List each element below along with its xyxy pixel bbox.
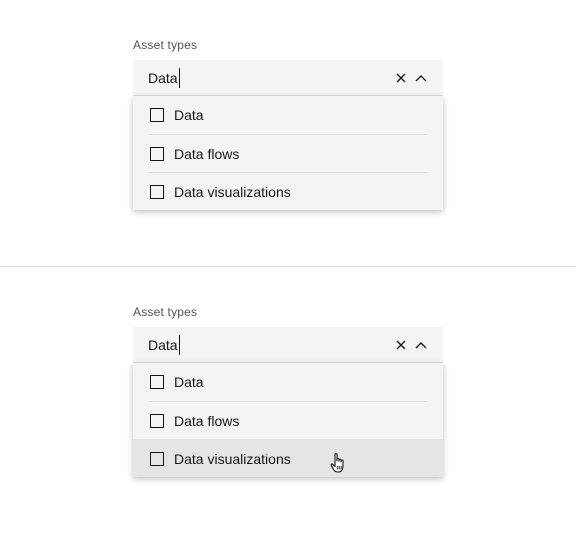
asset-types-combobox-input[interactable]: Data [133,60,443,96]
clear-selection-button[interactable] [392,336,410,354]
options-menu: Data Data flows Data visualizations [133,363,443,477]
field-label: Asset types [133,305,198,319]
option-label: Data flows [174,145,240,162]
option-inner: Data flows [149,134,427,172]
option-label: Data flows [174,412,240,429]
checkbox[interactable] [150,451,164,466]
chevron-up-icon [415,342,427,349]
option-inner: Data visualizations [149,439,427,477]
text-caret [178,68,180,89]
close-icon [396,340,406,350]
option-data[interactable]: Data [133,96,443,134]
checkbox[interactable] [150,375,164,389]
page: Asset types Data Data Data flows Data vi… [0,0,576,533]
clear-selection-button[interactable] [392,69,410,87]
asset-types-combobox-input[interactable]: Data [133,327,443,363]
option-inner: Data visualizations [149,172,427,210]
toggle-menu-button[interactable] [412,336,430,354]
options-menu: Data Data flows Data visualizations [133,96,443,210]
chevron-up-icon [415,75,427,82]
option-label: Data [174,374,204,390]
combobox-example-default: Asset types Data Data Data flows Data vi… [133,37,443,210]
input-text: Data [148,337,178,353]
combobox-input-value[interactable]: Data [148,327,180,363]
checkbox[interactable] [150,184,164,199]
close-icon [396,73,406,83]
option-label: Data visualizations [174,450,291,467]
combobox-input-value[interactable]: Data [148,60,180,96]
option-data-flows[interactable]: Data flows [133,401,443,439]
option-label: Data [174,107,204,123]
option-data-visualizations[interactable]: Data visualizations [133,172,443,210]
option-data-visualizations[interactable]: Data visualizations [133,439,443,477]
section-divider [0,266,576,267]
hand-pointer-icon [330,453,344,473]
input-text: Data [148,70,178,86]
field-label: Asset types [133,38,198,52]
text-caret [178,335,180,356]
option-label: Data visualizations [174,183,291,200]
checkbox[interactable] [150,108,164,122]
checkbox[interactable] [150,413,164,428]
toggle-menu-button[interactable] [412,69,430,87]
checkbox[interactable] [150,146,164,161]
combobox-example-hover: Asset types Data Data Data flows Data vi… [133,304,443,477]
option-inner: Data [149,96,427,134]
option-data[interactable]: Data [133,363,443,401]
option-inner: Data flows [149,401,427,439]
option-inner: Data [149,363,427,401]
option-data-flows[interactable]: Data flows [133,134,443,172]
